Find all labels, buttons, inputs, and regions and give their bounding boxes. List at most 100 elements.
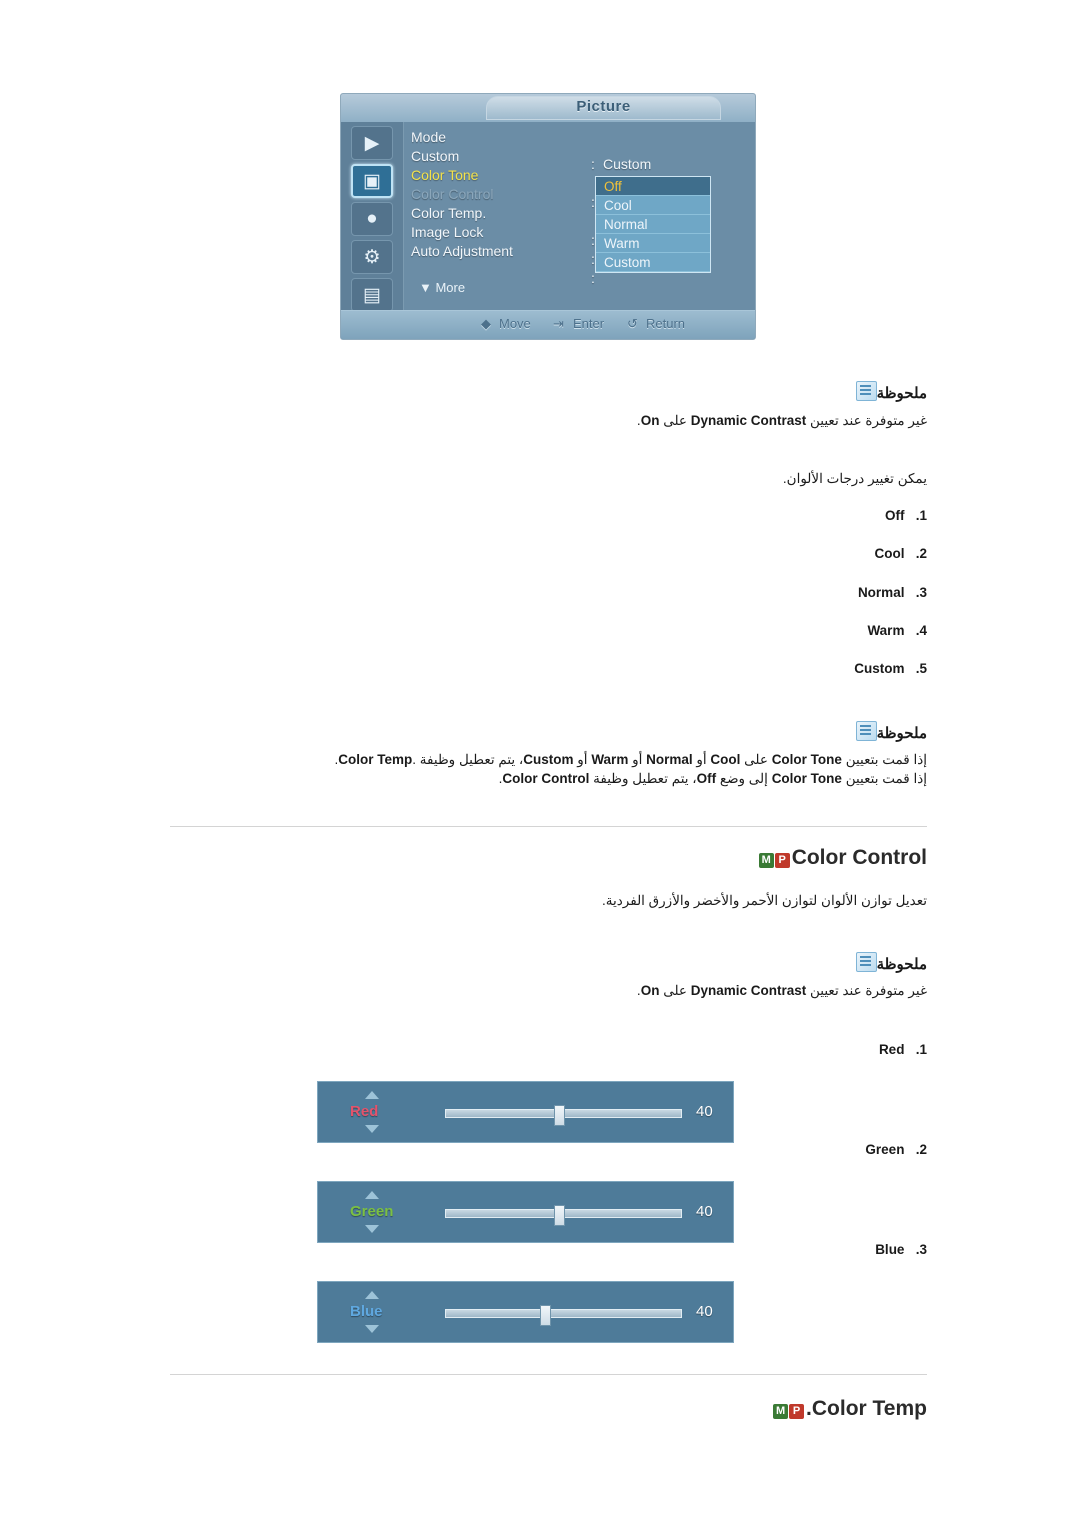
green-slider-up-arrow-icon[interactable] (365, 1191, 379, 1199)
color-control-item-green-label: Green (865, 1142, 905, 1157)
osd-colon-mode: : (591, 156, 595, 172)
color-tone-option-4-num: 4. (915, 623, 927, 638)
note-2-title-text: ملحوظة (876, 725, 927, 742)
color-control-item-blue-num: 3. (915, 1242, 927, 1257)
badge-p: P (774, 853, 790, 868)
enter-icon: ⇥ (553, 316, 564, 331)
osd-footer: ◆ Move ⇥ Enter ↺ Return (341, 310, 755, 339)
dropdown-option-custom[interactable]: Custom (596, 253, 710, 272)
osd-menu-item-color-control[interactable]: Color Control (411, 185, 591, 204)
note-2-body: إذا قمت بتعيين Color Tone على Cool أو No… (152, 750, 927, 788)
note-icon (855, 721, 877, 741)
dropdown-option-cool[interactable]: Cool (596, 196, 710, 215)
blue-slider-track[interactable] (445, 1305, 682, 1326)
osd-footer-move-label: Move (499, 316, 531, 331)
blue-slider-label: Blue (350, 1303, 383, 1320)
color-control-item-red-num: 1. (915, 1042, 927, 1057)
color-control-item-blue-label: Blue (875, 1242, 905, 1257)
color-tone-option-5-label: Custom (854, 661, 905, 676)
sound-icon[interactable]: ● (351, 202, 393, 236)
dropdown-option-warm[interactable]: Warm (596, 234, 710, 253)
n2l1-pre: إذا قمت بتعيين (841, 752, 927, 767)
n2l2-b2: Off (696, 771, 717, 786)
osd-footer-enter-label: Enter (573, 316, 605, 331)
color-tone-option-5-num: 5. (915, 661, 927, 676)
note-icon (855, 381, 877, 401)
osd-menu-item-auto-adjustment[interactable]: Auto Adjustment (411, 242, 591, 261)
red-slider-up-arrow-icon[interactable] (365, 1091, 379, 1099)
note-1-bold-on: On (640, 413, 660, 428)
osd-menu-item-color-tone[interactable]: Color Tone (411, 166, 591, 185)
n2l1-b1: Color Tone (771, 752, 842, 767)
n2l1-mid4: أو (573, 752, 592, 767)
osd-menu-item-color-temp[interactable]: Color Temp. (411, 204, 591, 223)
setup-icon[interactable]: ⚙ (351, 240, 393, 274)
color-control-description: تعديل توازن الألوان لتوازن الأحمر والأخض… (602, 893, 927, 908)
color-temp-heading: M P .Color Temp (773, 1396, 927, 1421)
note-3-title: ملحوظة (851, 952, 927, 973)
mp-badge: MP (773, 1396, 805, 1420)
note-1-text-start: غير متوفرة عند تعيين (806, 413, 927, 428)
osd-icon-column: ▶ ▣ ● ⚙ ▤ (341, 122, 404, 312)
note-2-line-2: إذا قمت بتعيين Color Tone إلى وضع Off، ي… (152, 769, 927, 788)
red-slider-thumb[interactable] (554, 1105, 566, 1126)
red-slider-value: 40 (696, 1103, 713, 1120)
osd-menu-item-custom[interactable]: Custom (411, 147, 591, 166)
green-slider-screenshot[interactable]: Green 40 (317, 1181, 734, 1243)
red-slider-label: Red (350, 1103, 379, 1120)
green-slider-down-arrow-icon[interactable] (365, 1225, 379, 1233)
n2l2-b1: Color Tone (771, 771, 842, 786)
blue-slider-thumb[interactable] (540, 1305, 551, 1326)
dropdown-option-normal[interactable]: Normal (596, 215, 710, 234)
blue-slider-down-arrow-icon[interactable] (365, 1325, 379, 1333)
note-2-line-1: إذا قمت بتعيين Color Tone على Cool أو No… (152, 750, 927, 769)
red-slider-screenshot[interactable]: Red 40 (317, 1081, 734, 1143)
color-tone-option-1-num: 1. (915, 508, 927, 523)
red-slider-down-arrow-icon[interactable] (365, 1125, 379, 1133)
osd-more-label[interactable]: ▼ More (419, 280, 465, 295)
n2l1-b5: Custom (523, 752, 574, 767)
osd-menu-list: Mode Custom Color Tone Color Control Col… (411, 128, 591, 261)
blue-slider-screenshot[interactable]: Blue 40 (317, 1281, 734, 1343)
green-slider-track[interactable] (445, 1205, 682, 1226)
osd-footer-return-label: Return (646, 316, 686, 331)
color-tone-option-2-label: Cool (874, 546, 905, 561)
green-slider-value: 40 (696, 1203, 713, 1220)
return-icon: ↺ (627, 316, 638, 331)
green-slider-thumb[interactable] (554, 1205, 566, 1226)
dropdown-option-off[interactable]: Off (596, 177, 710, 196)
multi-control-icon[interactable]: ▤ (351, 278, 393, 312)
note-1-title: ملحوظة (851, 381, 927, 402)
color-tone-option-1: 1. Off (885, 508, 927, 523)
color-tone-option-3: 3. Normal (858, 585, 927, 600)
blue-slider-up-arrow-icon[interactable] (365, 1291, 379, 1299)
input-icon[interactable]: ▶ (351, 126, 393, 160)
multi-control-icon-glyph: ▤ (363, 284, 381, 306)
n2l1-b2: Cool (710, 752, 741, 767)
osd-menu-item-mode[interactable]: Mode (411, 128, 591, 147)
picture-icon[interactable]: ▣ (351, 164, 393, 198)
color-tone-option-3-num: 3. (915, 585, 927, 600)
note-1-bold-dynamic-contrast: Dynamic Contrast (690, 413, 807, 428)
note-1-body: غير متوفرة عند تعيين Dynamic Contrast عل… (152, 411, 927, 430)
n2l1-mid1: على (740, 752, 772, 767)
note-3-text-mid: على (659, 983, 691, 998)
color-tone-dropdown[interactable]: Off Cool Normal Warm Custom (595, 176, 711, 273)
note-3-bold-dynamic-contrast: Dynamic Contrast (690, 983, 807, 998)
note-3-title-text: ملحوظة (876, 956, 927, 973)
color-control-heading: M P Color Control (758, 845, 927, 870)
color-control-item-blue: 3. Blue (875, 1242, 927, 1257)
color-control-item-green: 2. Green (865, 1142, 927, 1157)
color-tone-option-5: 5. Custom (854, 661, 927, 676)
color-tone-intro: يمكن تغيير درجات الألوان. (782, 471, 927, 486)
n2l1-post: ، يتم تعطيل وظيفة (416, 752, 524, 767)
osd-menu-item-image-lock[interactable]: Image Lock (411, 223, 591, 242)
red-slider-track[interactable] (445, 1105, 682, 1126)
osd-value-mode: Custom (603, 156, 652, 172)
note-3-bold-on: On (640, 983, 660, 998)
n2l2-b3: Color Control (502, 771, 590, 786)
input-icon-glyph: ▶ (364, 132, 380, 154)
sound-icon-glyph: ● (366, 208, 378, 229)
n2l1-mid2: أو (692, 752, 711, 767)
n2l1-b6: Color Temp (338, 752, 413, 767)
